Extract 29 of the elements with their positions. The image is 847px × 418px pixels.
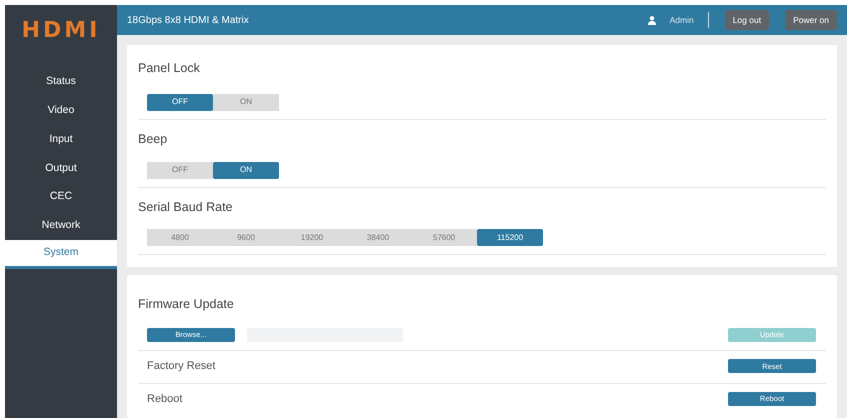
sidebar-item[interactable]: System — [5, 240, 117, 269]
section-title: Firmware Update — [138, 296, 235, 314]
toggle-option[interactable]: 57600 — [411, 229, 477, 246]
toggle-option[interactable]: ON — [213, 94, 279, 111]
action-label: Factory Reset — [147, 359, 216, 374]
toggle-option[interactable]: 19200 — [279, 229, 345, 246]
sidebar-item[interactable]: Output — [5, 154, 117, 183]
toggle-option[interactable]: 38400 — [345, 229, 411, 246]
toggle-option[interactable]: 9600 — [213, 229, 279, 246]
toggle-option[interactable]: 4800 — [147, 229, 213, 246]
logo: HDMI — [20, 16, 102, 44]
header-button[interactable]: Power on — [785, 10, 837, 30]
sidebar-item[interactable]: Video — [5, 96, 117, 126]
sidebar-item[interactable]: CEC — [5, 182, 117, 212]
section-title: Panel Lock — [138, 60, 201, 77]
toggle-option[interactable]: 115200 — [477, 229, 543, 246]
user-name: Admin — [670, 14, 694, 26]
action-label: Reboot — [147, 392, 182, 406]
header-button[interactable]: Log out — [724, 10, 770, 30]
toggle-option[interactable]: ON — [213, 162, 279, 178]
section-title: Beep — [138, 130, 168, 148]
header-title: 18Gbps 8x8 HDMI & Matrix — [127, 14, 249, 28]
toggle-option[interactable]: OFF — [147, 162, 213, 178]
sidebar-item[interactable]: Input — [5, 125, 117, 154]
sidebar-item[interactable]: Status — [5, 68, 117, 97]
sidebar-item[interactable]: Network — [5, 211, 117, 240]
user-icon — [648, 16, 656, 24]
toggle-option[interactable]: OFF — [147, 94, 213, 111]
section-title: Serial Baud Rate — [138, 198, 234, 216]
